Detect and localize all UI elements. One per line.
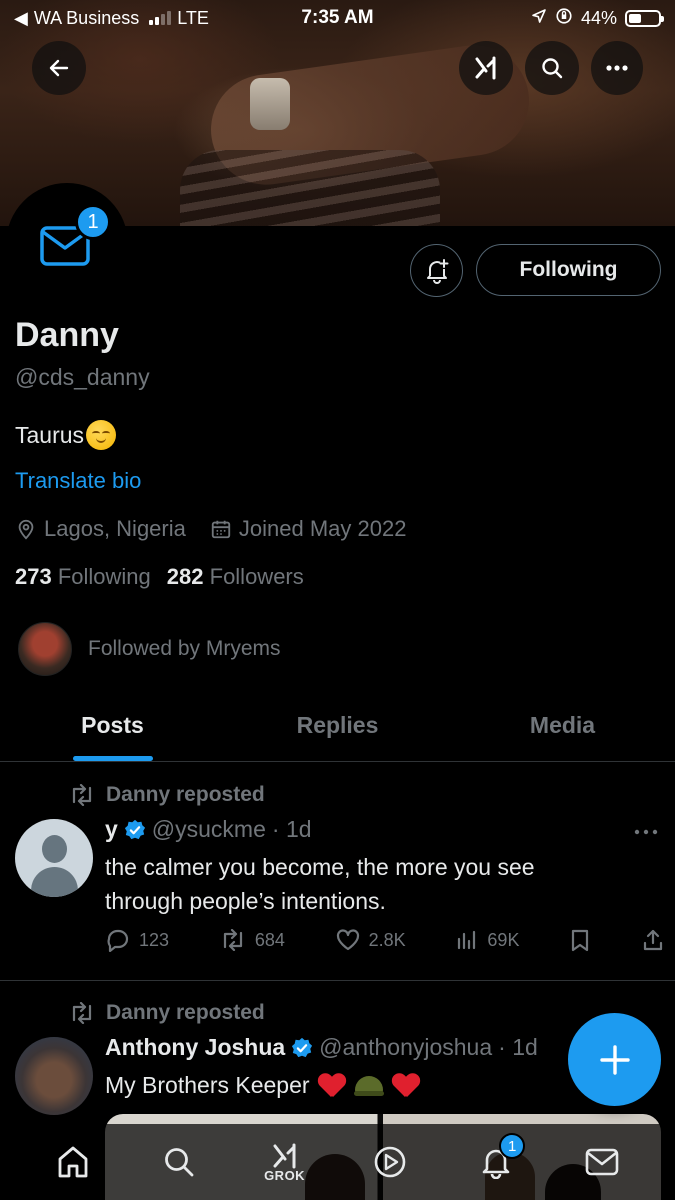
back-to-app-icon[interactable]: ◀ [14,8,28,29]
post-author-avatar[interactable] [15,819,93,897]
play-circle-icon [375,1146,406,1178]
post-time: · 1d [271,816,312,842]
post-header: y @ysuckme · 1d [105,816,312,843]
repost-icon [72,784,92,806]
home-icon [58,1146,88,1178]
repost-icon [72,1002,92,1024]
reply-button[interactable]: 123 [105,928,169,952]
post-more-button[interactable] [634,818,658,841]
red-heart-emoji [318,1072,346,1098]
back-button[interactable] [32,41,86,95]
nav-video[interactable] [355,1127,425,1197]
plus-icon [599,1044,630,1075]
tab-replies[interactable]: Replies [225,694,450,761]
profile-meta: Lagos, Nigeria Joined May 2022 [15,516,422,542]
more-dots-icon [606,65,628,71]
nav-grok[interactable]: GROK [250,1127,320,1197]
follower-avatar [18,622,72,676]
orientation-lock-icon [555,7,573,30]
profile-handle: @cds_danny [15,364,150,390]
battery-percent: 44% [580,7,617,28]
bio-text: Taurus [15,421,85,448]
post-actions: 123 684 2.8K 69K [105,928,665,952]
location-pin-icon [18,519,34,540]
post-author-name[interactable]: y [105,816,118,843]
search-button[interactable] [525,41,579,95]
profile-name: Danny [15,316,119,354]
battery-icon [625,9,664,27]
like-button[interactable]: 2.8K [335,928,406,952]
views-chart-icon [458,930,476,950]
notifications-bell-button[interactable] [410,244,463,297]
location-text: Lagos, Nigeria [44,516,186,541]
verified-badge-icon [292,1037,313,1057]
arrow-left-icon [49,59,69,77]
repost-indicator[interactable]: Danny reposted [68,783,265,807]
calendar-icon [211,520,231,539]
share-icon [643,929,663,951]
nav-notifications[interactable]: 1 [461,1127,531,1197]
followed-by-row[interactable]: Followed by Mryems [18,622,281,676]
translate-bio-link[interactable]: Translate bio [15,468,141,494]
repost-icon [223,929,242,951]
back-app-label[interactable]: WA Business [34,8,139,29]
location-arrow-icon [531,8,547,29]
relieved-face-emoji [86,420,117,450]
post-divider [0,980,675,981]
bookmark-icon [572,929,589,952]
military-helmet-emoji [353,1072,384,1098]
tab-media[interactable]: Media [450,694,675,761]
post-text[interactable]: My Brothers Keeper [105,1068,420,1102]
notifications-badge: 1 [499,1133,526,1159]
envelope-icon [585,1148,619,1176]
post-author-handle[interactable]: @anthonyjoshua [319,1034,492,1061]
post-time: · 1d [498,1034,538,1060]
post-author-avatar[interactable] [15,1037,93,1115]
joined-text: Joined May 2022 [238,516,407,541]
nav-messages[interactable] [567,1127,637,1197]
repost-button[interactable]: 684 [219,929,285,951]
following-count-link[interactable]: 273 Following [15,564,151,590]
nav-search[interactable] [144,1127,214,1197]
compose-post-button[interactable] [568,1013,661,1106]
share-button[interactable] [641,928,665,952]
bell-plus-icon [426,258,448,284]
heart-icon [336,929,359,951]
status-bar: ◀ WA Business LTE 7:35 AM 44% [0,0,675,36]
bottom-navigation: GROK 1 [0,1124,675,1200]
post-author-handle[interactable]: @ysuckme [152,816,266,843]
post-text[interactable]: the calmer you become, the more you see … [105,850,650,918]
red-heart-emoji [392,1072,420,1098]
search-icon [164,1148,194,1177]
search-icon [542,58,563,79]
repost-indicator[interactable]: Danny reposted [68,1001,265,1025]
reply-icon [107,929,129,952]
messages-badge: 1 [75,204,111,240]
follow-counts: 273 Following 282 Followers [15,564,304,590]
profile-bio: Taurus [15,420,117,450]
following-button[interactable]: Following [476,244,661,296]
bookmark-button[interactable] [569,928,591,952]
post-author-name[interactable]: Anthony Joshua [105,1034,285,1061]
more-options-button[interactable] [591,41,643,95]
grok-label: GROK [264,1167,306,1183]
signal-icon [149,11,172,25]
more-dots-icon [634,829,658,835]
grok-button[interactable] [459,41,513,95]
post-header: Anthony Joshua @anthonyjoshua · 1d [105,1034,538,1061]
grok-icon [475,56,496,80]
followed-by-text: Followed by Mryems [88,637,281,660]
tab-posts[interactable]: Posts [0,694,225,761]
views-button[interactable]: 69K [455,928,519,952]
grok-icon [273,1143,296,1168]
nav-home[interactable] [38,1127,108,1197]
verified-badge-icon [124,819,145,839]
carrier-label: LTE [177,7,209,28]
profile-tabs: Posts Replies Media [0,694,675,762]
followers-count-link[interactable]: 282 Followers [167,564,304,590]
